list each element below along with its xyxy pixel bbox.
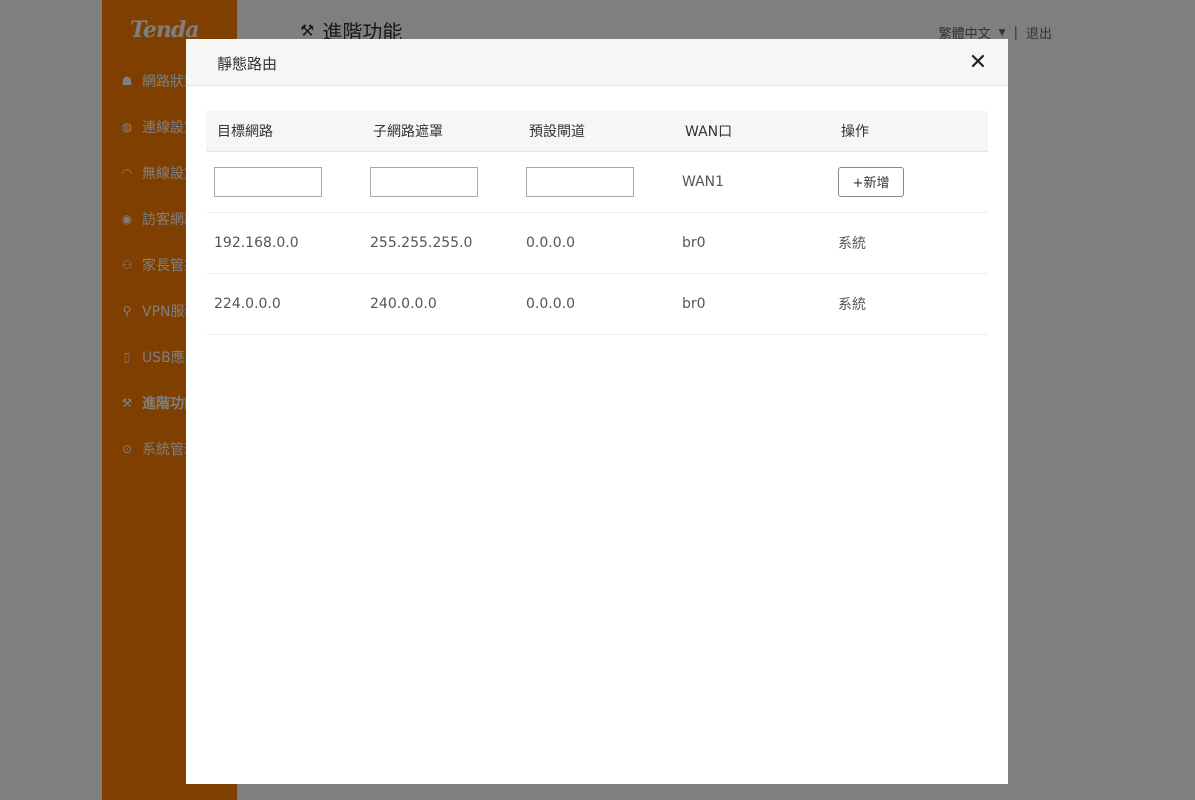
dialog-header: 靜態路由 ✕ xyxy=(186,39,1008,86)
table-row: 224.0.0.0 240.0.0.0 0.0.0.0 br0 系統 xyxy=(206,273,988,335)
destination-cell xyxy=(206,151,362,213)
row-gateway: 0.0.0.0 xyxy=(518,212,674,274)
row-mask: 240.0.0.0 xyxy=(362,273,518,335)
destination-input[interactable] xyxy=(214,166,322,197)
row-gateway: 0.0.0.0 xyxy=(518,273,674,335)
column-header-wan: WAN口 xyxy=(674,111,830,152)
subnet-mask-input[interactable] xyxy=(370,166,478,197)
close-icon[interactable]: ✕ xyxy=(968,52,988,74)
column-header-destination: 目標網路 xyxy=(206,111,362,152)
gateway-input[interactable] xyxy=(526,166,634,197)
row-destination: 224.0.0.0 xyxy=(206,273,362,335)
mask-cell xyxy=(362,151,518,213)
new-route-row: WAN1 +新增 xyxy=(206,151,988,213)
gateway-cell xyxy=(518,151,674,213)
static-route-table: 目標網路 子網路遮罩 預設閘道 WAN口 操作 WAN1 +新增 192.168… xyxy=(206,111,988,335)
action-cell: +新增 xyxy=(830,151,988,213)
dialog-title: 靜態路由 xyxy=(217,55,278,73)
column-header-gateway: 預設閘道 xyxy=(518,111,674,152)
row-destination: 192.168.0.0 xyxy=(206,212,362,274)
table-row: 192.168.0.0 255.255.255.0 0.0.0.0 br0 系統 xyxy=(206,212,988,274)
row-wan: br0 xyxy=(674,212,830,274)
add-route-button[interactable]: +新增 xyxy=(838,166,904,197)
column-header-action: 操作 xyxy=(830,111,988,152)
row-mask: 255.255.255.0 xyxy=(362,212,518,274)
row-action: 系統 xyxy=(830,273,988,335)
wan-value: WAN1 xyxy=(674,151,830,213)
column-header-subnet-mask: 子網路遮罩 xyxy=(362,111,518,152)
table-header-row: 目標網路 子網路遮罩 預設閘道 WAN口 操作 xyxy=(206,111,988,152)
row-action: 系統 xyxy=(830,212,988,274)
static-route-dialog: 靜態路由 ✕ 目標網路 子網路遮罩 預設閘道 WAN口 操作 WAN1 +新增 … xyxy=(186,39,1008,784)
row-wan: br0 xyxy=(674,273,830,335)
